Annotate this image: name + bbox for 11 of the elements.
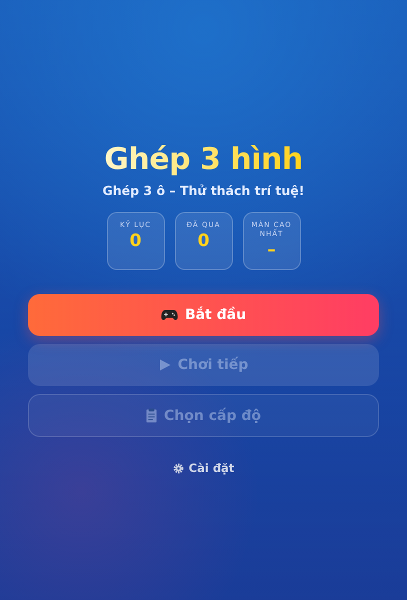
settings-link[interactable]: Cài đặt xyxy=(172,461,234,475)
stat-value: 0 xyxy=(198,231,210,252)
game-title: Ghép 3 hình xyxy=(104,142,303,177)
settings-icon xyxy=(172,462,184,474)
clipboard-icon xyxy=(146,408,157,423)
subtitle: Ghép 3 ô – Thử thách trí tuệ! xyxy=(102,183,304,198)
play-icon xyxy=(158,359,171,371)
menu-button[interactable]: Bắt đầu xyxy=(28,294,379,336)
stat-value: – xyxy=(267,240,276,260)
gamepad-icon xyxy=(160,309,178,321)
stat-value: 0 xyxy=(130,231,142,252)
